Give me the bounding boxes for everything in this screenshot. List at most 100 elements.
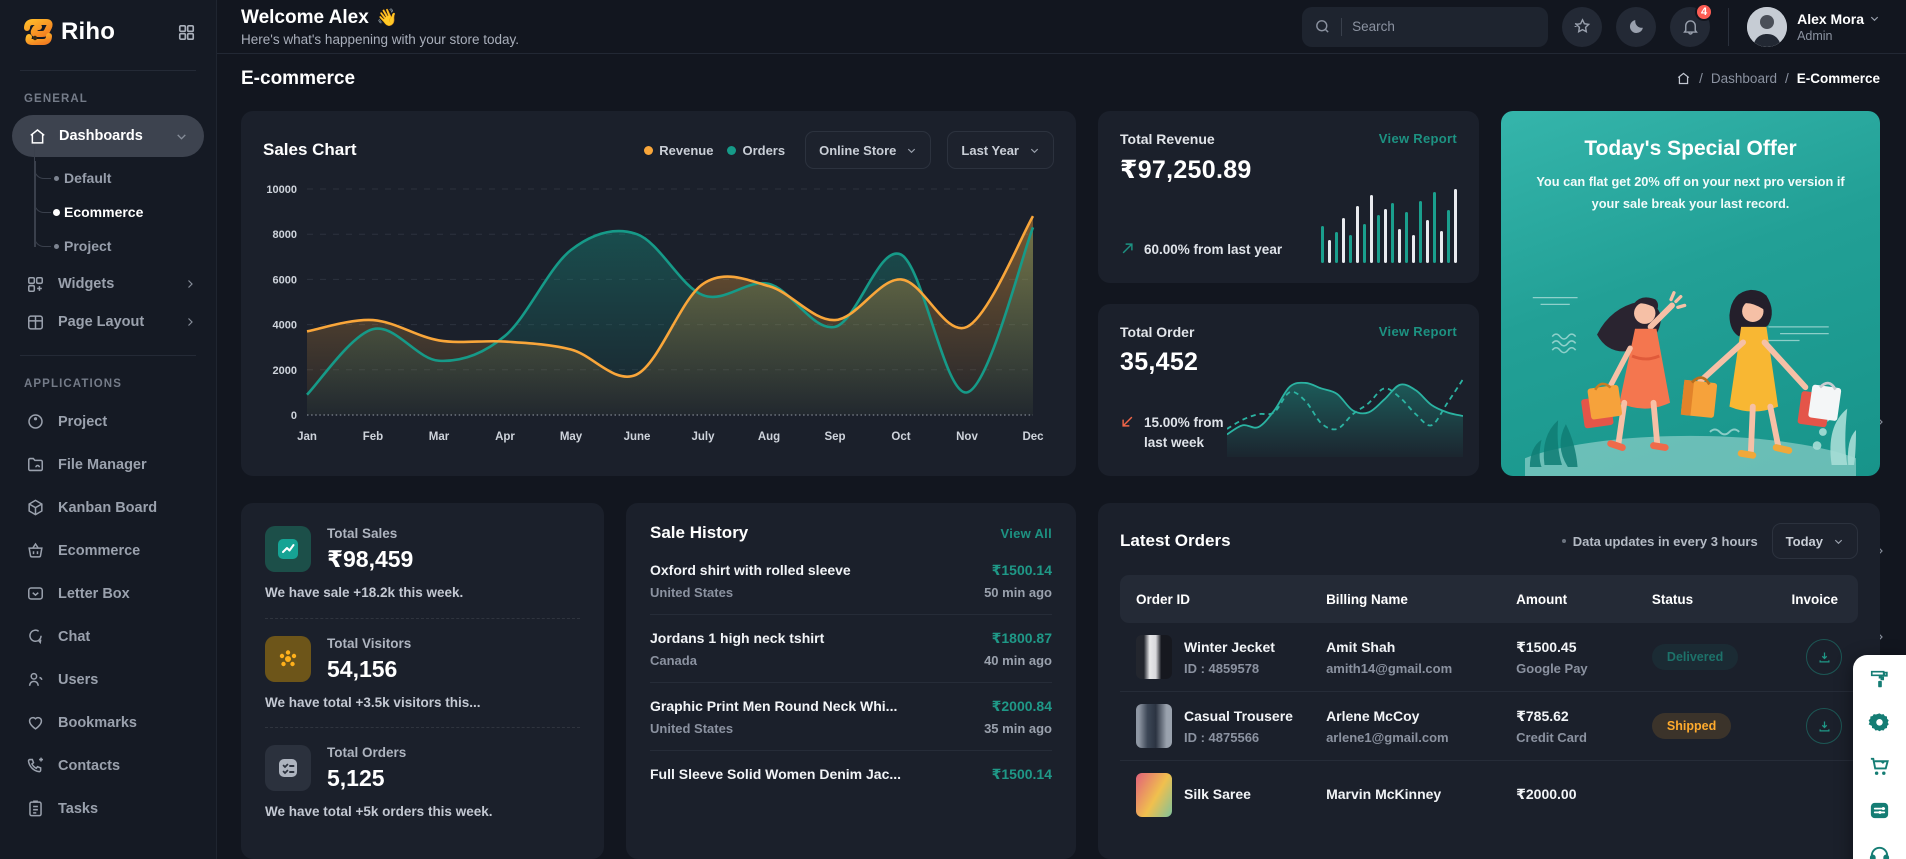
phone-plus-icon [26, 756, 45, 775]
mail-icon [26, 584, 45, 603]
offer-body: You can flat get 20% off on your next pr… [1531, 171, 1850, 213]
revenue-view-report-link[interactable]: View Report [1379, 131, 1457, 146]
special-offer-card: Today's Special Offer You can flat get 2… [1501, 111, 1880, 476]
order-row[interactable]: Casual TrousereID : 4875566 Arlene McCoy… [1120, 692, 1858, 761]
update-note-text: Data updates in every 3 hours [1573, 534, 1758, 549]
sale-history-item[interactable]: Graphic Print Men Round Neck Whi...Unite… [650, 683, 1052, 751]
moon-icon [1627, 17, 1646, 36]
stat-note: We have total +5k orders this week. [265, 804, 580, 819]
sidebar-item-ecommerce[interactable]: Ecommerce [0, 195, 216, 229]
chevron-right-icon [184, 278, 196, 290]
header-actions: 4 Alex Mora Admin [1302, 7, 1880, 47]
history-time: 50 min ago [984, 585, 1052, 600]
store-filter-select[interactable]: Online Store [805, 131, 931, 169]
order-amount: ₹1500.45 [1516, 639, 1576, 655]
svg-text:Mar: Mar [429, 431, 450, 443]
cart-button[interactable] [1868, 755, 1891, 778]
revenue-sparkline [1321, 185, 1457, 263]
order-row[interactable]: Winter JecketID : 4859578 Amit Shahamith… [1120, 623, 1858, 692]
starred-button[interactable] [1562, 7, 1602, 47]
search-box[interactable] [1302, 7, 1548, 47]
invoice-download-button[interactable] [1806, 708, 1842, 744]
orders-checklist-icon [265, 745, 311, 791]
header-divider [1728, 8, 1729, 46]
sale-history-item[interactable]: Jordans 1 high neck tshirtCanada ₹1800.8… [650, 615, 1052, 683]
sale-history-item[interactable]: Oxford shirt with rolled sleeveUnited St… [650, 547, 1052, 615]
svg-text:Oct: Oct [891, 431, 910, 443]
orders-period-select[interactable]: Today [1772, 523, 1858, 559]
notification-badge: 4 [1695, 3, 1713, 21]
bullet-icon [53, 209, 60, 216]
orders-table-header: Order ID Billing Name Amount Status Invo… [1120, 575, 1858, 623]
wave-emoji: 👋 [377, 8, 398, 28]
theme-customizer-button[interactable] [1869, 668, 1891, 690]
sidebar-item-label: Widgets [58, 276, 171, 292]
stat-label: Total Visitors [327, 636, 411, 651]
history-product: Jordans 1 high neck tshirt [650, 630, 824, 646]
svg-text:May: May [560, 431, 583, 443]
kpi-column: Total Revenue View Report ₹97,250.89 60.… [1098, 111, 1479, 476]
sidebar-item-page-layout[interactable]: Page Layout [0, 303, 216, 341]
history-product: Full Sleeve Solid Women Denim Jac... [650, 766, 901, 782]
total-order-card: Total Order View Report 35,452 15.00% fr… [1098, 304, 1479, 476]
sidebar-toggle-grid-icon[interactable] [177, 23, 196, 42]
total-revenue-card: Total Revenue View Report ₹97,250.89 60.… [1098, 111, 1479, 283]
sale-history-item[interactable]: Full Sleeve Solid Women Denim Jac... ₹15… [650, 751, 1052, 803]
order-amount: ₹785.62 [1516, 708, 1569, 724]
search-divider [1341, 18, 1342, 36]
home-icon [28, 127, 47, 146]
sale-history-view-all-link[interactable]: View All [1000, 526, 1052, 541]
svg-text:Dec: Dec [1022, 431, 1044, 443]
dashboard-row-1: Sales Chart Revenue Orders Online Store … [241, 111, 1880, 476]
user-menu[interactable]: Alex Mora Admin [1747, 7, 1880, 47]
period-filter-select[interactable]: Last Year [947, 131, 1054, 169]
breadcrumb-dashboard[interactable]: Dashboard [1711, 71, 1777, 86]
order-row[interactable]: Silk Saree Marvin McKinney ₹2000.00 [1120, 761, 1858, 829]
trend-up-icon [1120, 241, 1135, 256]
home-icon[interactable] [1676, 71, 1691, 86]
widgets-icon [26, 275, 45, 294]
sidebar-section-applications: APPLICATIONS [24, 378, 216, 390]
billing-email: amith14@gmail.com [1326, 661, 1516, 676]
breadcrumb-sep: / [1785, 71, 1789, 86]
app-logo-text: Riho [61, 18, 115, 46]
history-time: 40 min ago [984, 653, 1052, 668]
store-filter-label: Online Store [819, 143, 896, 158]
app-logo[interactable]: Riho [22, 16, 115, 48]
basket-icon [26, 541, 45, 560]
product-thumbnail [1136, 773, 1172, 817]
dark-mode-button[interactable] [1616, 7, 1656, 47]
order-id: ID : 4859578 [1184, 661, 1275, 676]
sales-chart-title: Sales Chart [263, 140, 628, 160]
svg-text:6000: 6000 [273, 275, 297, 287]
users-icon [26, 670, 45, 689]
stat-total-orders: Total Orders 5,125 We have total +5k ord… [265, 727, 580, 837]
search-input[interactable] [1352, 19, 1502, 34]
sidebar-divider [20, 70, 196, 71]
invoice-download-button[interactable] [1806, 639, 1842, 675]
stat-value: ₹98,459 [327, 546, 413, 573]
order-view-report-link[interactable]: View Report [1379, 324, 1457, 339]
search-icon [1314, 18, 1331, 35]
legend-label-orders: Orders [742, 143, 785, 158]
support-headset-button[interactable] [1868, 843, 1891, 859]
svg-text:Apr: Apr [495, 431, 515, 443]
user-name: Alex Mora [1797, 11, 1864, 27]
status-badge: Shipped [1652, 713, 1731, 739]
preferences-sliders-button[interactable] [1868, 799, 1891, 822]
legend-dot-revenue [644, 146, 653, 155]
sidebar-item-project-dash[interactable]: Project [0, 229, 216, 263]
notifications-button[interactable]: 4 [1670, 7, 1710, 47]
orders-period-label: Today [1786, 534, 1823, 549]
settings-gear-button[interactable] [1868, 711, 1891, 734]
page-title: E-commerce [241, 68, 355, 90]
sidebar-section-general: GENERAL [24, 93, 216, 105]
app-root: Riho GENERAL Dashboards Default Ecommerc… [0, 0, 1906, 859]
legend-dot-orders [727, 146, 736, 155]
svg-text:Sep: Sep [824, 431, 845, 443]
clipboard-icon [26, 799, 45, 818]
sidebar-item-default[interactable]: Default [0, 161, 216, 195]
breadcrumb: / Dashboard / E-Commerce [1676, 71, 1880, 86]
order-product: Silk Saree [1184, 786, 1251, 802]
sidebar-item-widgets[interactable]: Widgets [0, 265, 216, 303]
